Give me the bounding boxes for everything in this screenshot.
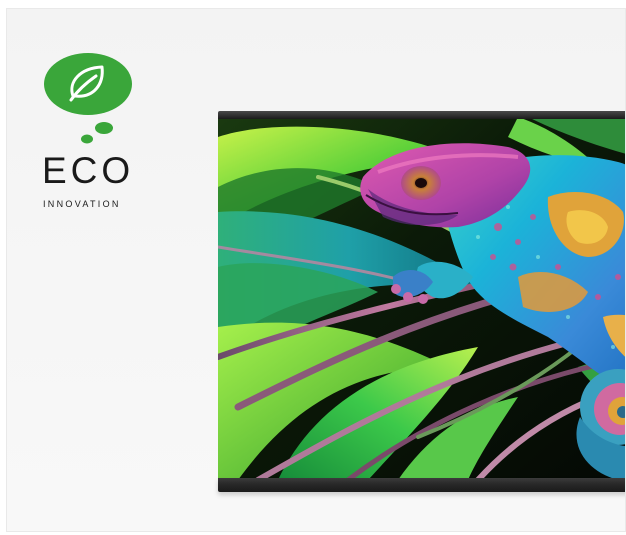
page: ECO INNOVATION [0, 0, 626, 535]
tv-bottom-bezel [218, 478, 626, 492]
eco-innovation-logo: ECO INNOVATION [42, 52, 152, 222]
chameleon-photo [218, 117, 626, 480]
logo-subtitle: INNOVATION [43, 199, 121, 209]
tv-top-bezel [218, 111, 626, 119]
promo-card: ECO INNOVATION [6, 8, 626, 532]
tv-screen [218, 117, 626, 480]
tv [218, 111, 626, 497]
leaf-bubble-icon [44, 53, 132, 144]
logo-wordmark: ECO [42, 150, 135, 191]
